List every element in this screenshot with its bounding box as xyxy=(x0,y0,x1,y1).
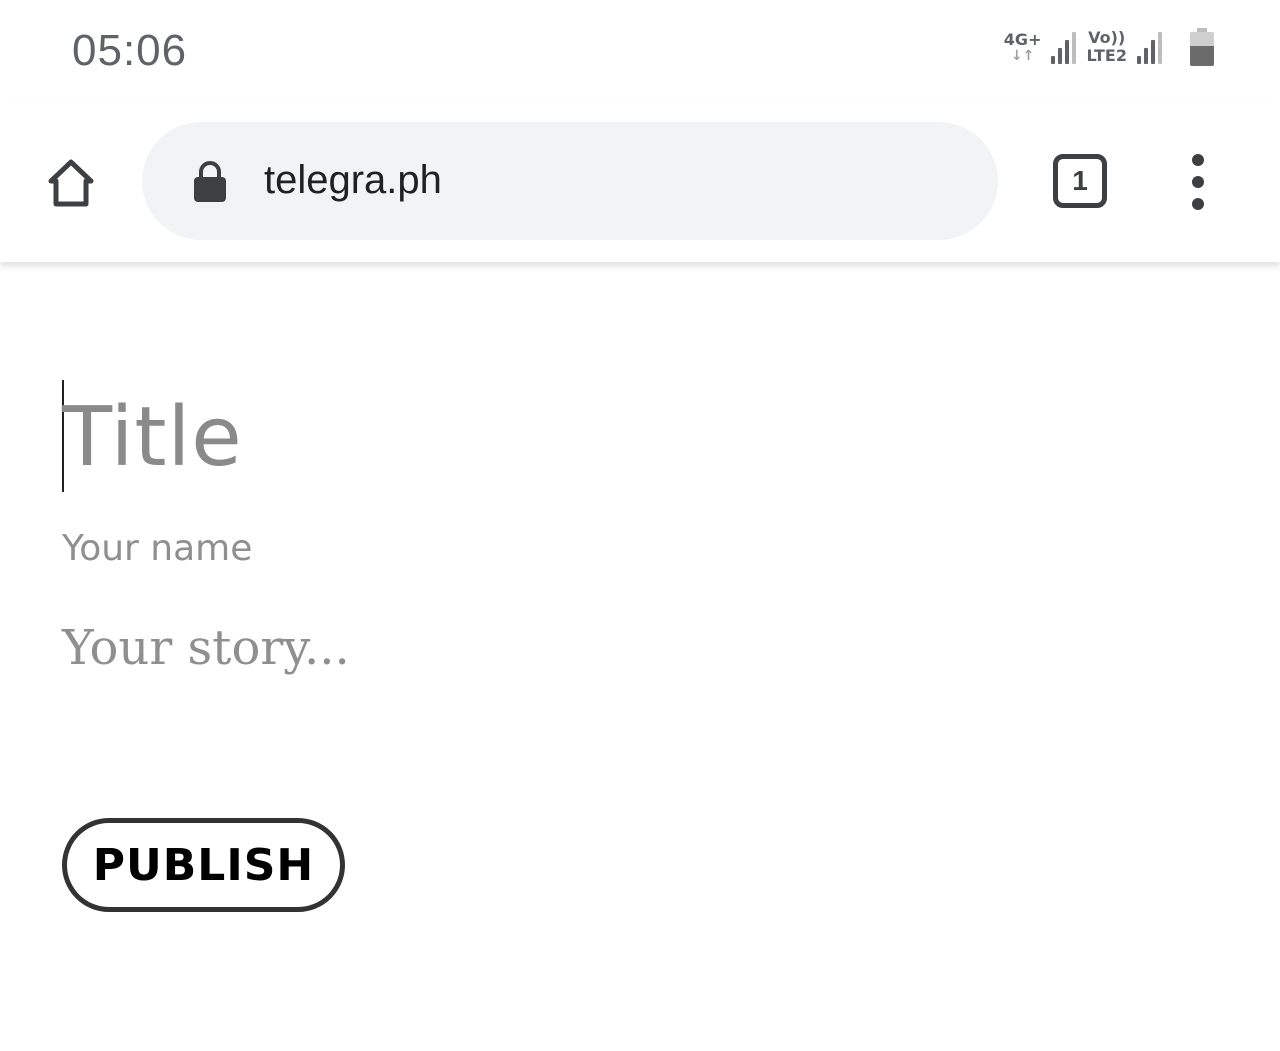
author-input[interactable]: Your name xyxy=(62,528,252,569)
title-input[interactable]: Title xyxy=(62,390,243,485)
data-arrows-icon: ↓↑ xyxy=(1010,48,1035,64)
lte2-label: LTE2 xyxy=(1086,46,1127,65)
lock-icon xyxy=(194,161,226,202)
more-vert-icon xyxy=(1192,154,1204,166)
signal-strength-icon xyxy=(1051,30,1077,64)
url-text: telegra.ph xyxy=(264,158,442,202)
status-bar: 05:06 4G+ ↓↑ Vo)) LTE2 xyxy=(0,0,1280,100)
battery-icon xyxy=(1190,28,1214,66)
network-4g-label: 4G+ xyxy=(1003,30,1042,49)
more-options-button[interactable] xyxy=(1176,154,1220,210)
home-icon xyxy=(48,159,94,207)
network-lte2-indicator: Vo)) LTE2 xyxy=(1086,29,1127,65)
browser-toolbar: telegra.ph 1 xyxy=(0,100,1280,262)
tab-switcher-button[interactable]: 1 xyxy=(1053,154,1107,208)
volte-label: Vo)) xyxy=(1088,28,1126,47)
signal-strength-2-icon xyxy=(1137,30,1162,64)
story-input[interactable]: Your story... xyxy=(62,620,350,676)
publish-button[interactable]: PUBLISH xyxy=(62,818,345,912)
home-button[interactable] xyxy=(40,152,102,214)
status-icons: 4G+ ↓↑ Vo)) LTE2 xyxy=(1004,28,1214,66)
network-4g-indicator: 4G+ ↓↑ xyxy=(1003,30,1042,64)
address-bar[interactable]: telegra.ph xyxy=(142,122,998,240)
status-time: 05:06 xyxy=(72,26,188,75)
